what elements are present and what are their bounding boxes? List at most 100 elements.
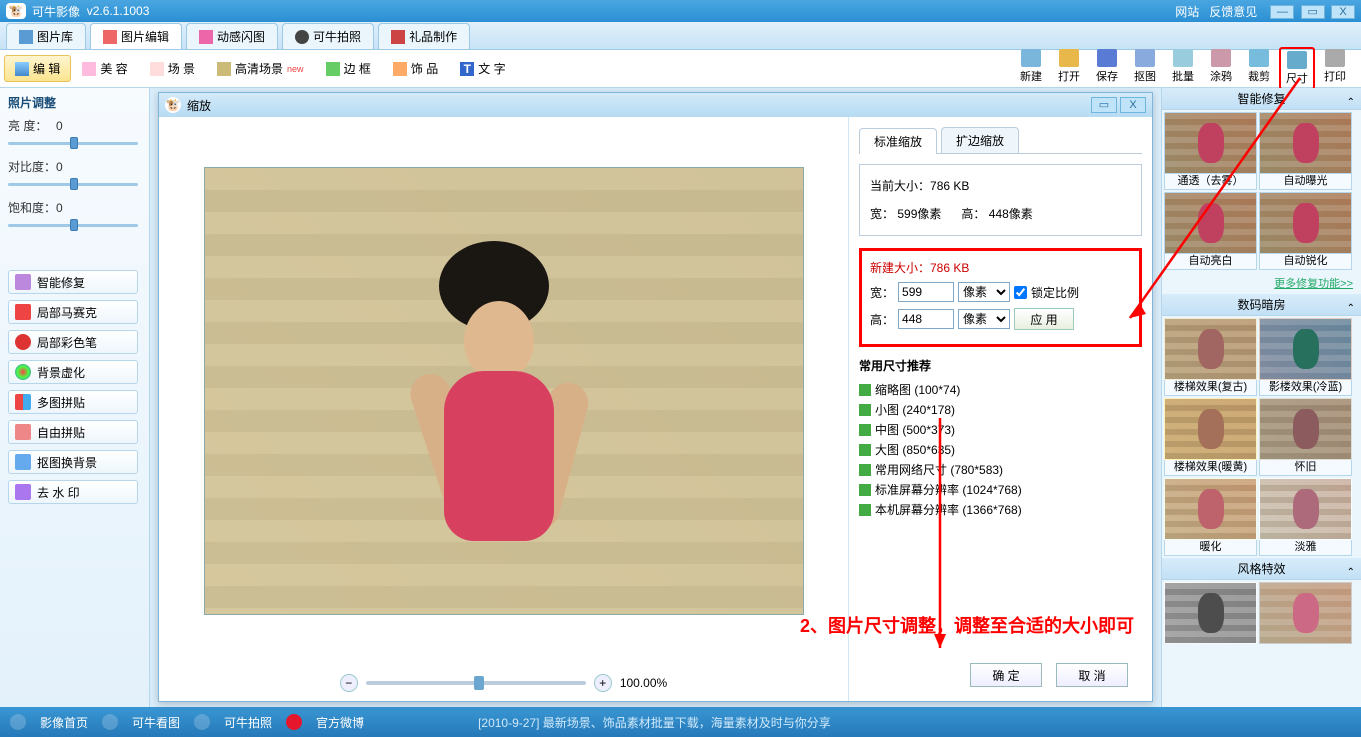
status-viewer[interactable]: 可牛看图 bbox=[132, 714, 180, 731]
status-weibo[interactable]: 官方微博 bbox=[316, 714, 364, 731]
ok-button[interactable]: 确 定 bbox=[970, 663, 1042, 687]
link-feedback[interactable]: 反馈意见 bbox=[1209, 3, 1257, 20]
minimize-button[interactable]: — bbox=[1270, 5, 1294, 19]
effect-thumb[interactable] bbox=[1164, 192, 1257, 254]
saturation-slider[interactable] bbox=[8, 218, 138, 232]
height-input[interactable] bbox=[898, 309, 954, 329]
tab-standard-zoom[interactable]: 标准缩放 bbox=[859, 128, 937, 154]
right-header-3[interactable]: 风格特效⌃ bbox=[1162, 558, 1361, 580]
btn-freecollage[interactable]: 自由拼贴 bbox=[8, 420, 138, 444]
effect-thumb[interactable] bbox=[1259, 192, 1352, 254]
btn-watermark[interactable]: 去 水 印 bbox=[8, 480, 138, 504]
right-header-2[interactable]: 数码暗房⌃ bbox=[1162, 294, 1361, 316]
tool-open[interactable]: 打开 bbox=[1051, 47, 1087, 90]
effect-thumb[interactable] bbox=[1164, 318, 1257, 380]
tool-batch[interactable]: 批量 bbox=[1165, 47, 1201, 90]
doodle-icon bbox=[1211, 49, 1231, 67]
paint-icon bbox=[15, 62, 29, 76]
tab-extend-zoom[interactable]: 扩边缩放 bbox=[941, 127, 1019, 153]
tab-gallery[interactable]: 图片库 bbox=[6, 23, 86, 49]
effect-thumb[interactable] bbox=[1164, 582, 1257, 644]
effect-thumb[interactable] bbox=[1164, 398, 1257, 460]
contrast-slider[interactable] bbox=[8, 177, 138, 191]
rec-item[interactable]: 缩略图 (100*74) bbox=[859, 380, 1142, 400]
subtab-text[interactable]: T文 字 bbox=[449, 55, 516, 82]
subtab-scene[interactable]: 场 景 bbox=[139, 55, 206, 82]
btn-colorpen[interactable]: 局部彩色笔 bbox=[8, 330, 138, 354]
gallery-icon bbox=[19, 30, 33, 44]
rec-item[interactable]: 小图 (240*178) bbox=[859, 400, 1142, 420]
effect-thumb[interactable] bbox=[1259, 582, 1352, 644]
zoom-out-button[interactable]: − bbox=[340, 674, 358, 692]
tool-size[interactable]: 尺寸 bbox=[1279, 47, 1315, 90]
rec-item[interactable]: 本机屏幕分辨率 (1366*768) bbox=[859, 500, 1142, 520]
effect-thumb[interactable] bbox=[1164, 112, 1257, 174]
subtab-hdscene[interactable]: 高清场景new bbox=[206, 55, 315, 82]
effect-thumb[interactable] bbox=[1259, 318, 1352, 380]
subtab-edit[interactable]: 编 辑 bbox=[4, 55, 71, 82]
dialog-close[interactable]: X bbox=[1120, 97, 1146, 113]
btn-smart-repair[interactable]: 智能修复 bbox=[8, 270, 138, 294]
btn-collage[interactable]: 多图拼贴 bbox=[8, 390, 138, 414]
status-camera[interactable]: 可牛拍照 bbox=[224, 714, 272, 731]
resize-dialog: 🐮 缩放 ▭ X bbox=[158, 92, 1153, 702]
tab-edit[interactable]: 图片编辑 bbox=[90, 23, 182, 49]
btn-mosaic[interactable]: 局部马赛克 bbox=[8, 300, 138, 324]
width-unit-select[interactable]: 像素 bbox=[958, 282, 1010, 302]
btn-bgswap[interactable]: 抠图换背景 bbox=[8, 450, 138, 474]
apply-button[interactable]: 应 用 bbox=[1014, 308, 1074, 330]
open-icon bbox=[1059, 49, 1079, 67]
tool-new[interactable]: 新建 bbox=[1013, 47, 1049, 90]
new-size-box: 新建大小：786 KB 宽： 像素 锁定比例 高： 像素 应 用 bbox=[859, 248, 1142, 347]
link-website[interactable]: 网站 bbox=[1175, 3, 1199, 20]
right-header-1[interactable]: 智能修复⌃ bbox=[1162, 88, 1361, 110]
save-icon bbox=[1097, 49, 1117, 67]
brightness-slider[interactable] bbox=[8, 136, 138, 150]
effect-thumb[interactable] bbox=[1259, 478, 1352, 540]
btn-blur[interactable]: 背景虚化 bbox=[8, 360, 138, 384]
more-link[interactable]: 更多修复功能>> bbox=[1162, 272, 1361, 294]
mosaic-icon bbox=[15, 304, 31, 320]
dialog-minimize[interactable]: ▭ bbox=[1091, 97, 1117, 113]
bgswap-icon bbox=[15, 454, 31, 470]
tab-gift[interactable]: 礼品制作 bbox=[378, 23, 470, 49]
rec-item[interactable]: 中图 (500*373) bbox=[859, 420, 1142, 440]
maximize-button[interactable]: ▭ bbox=[1301, 5, 1325, 19]
right-panel: 智能修复⌃ 通透（去雾） 自动曝光 自动亮白 自动锐化 更多修复功能>> 数码暗… bbox=[1161, 88, 1361, 707]
effect-thumb[interactable] bbox=[1259, 398, 1352, 460]
rec-item[interactable]: 常用网络尺寸 (780*583) bbox=[859, 460, 1142, 480]
height-unit-select[interactable]: 像素 bbox=[958, 309, 1010, 329]
chevron-icon: ⌃ bbox=[1347, 92, 1355, 114]
weibo-icon bbox=[286, 714, 302, 730]
tab-camera[interactable]: 可牛拍照 bbox=[282, 23, 374, 49]
subtab-decor[interactable]: 饰 品 bbox=[382, 55, 449, 82]
tab-slideshow[interactable]: 动感闪图 bbox=[186, 23, 278, 49]
tool-save[interactable]: 保存 bbox=[1089, 47, 1125, 90]
preset-icon bbox=[859, 444, 871, 456]
tool-print[interactable]: 打印 bbox=[1317, 47, 1353, 90]
app-logo-icon: 🐮 bbox=[6, 3, 26, 19]
tool-crop[interactable]: 裁剪 bbox=[1241, 47, 1277, 90]
rec-item[interactable]: 大图 (850*635) bbox=[859, 440, 1142, 460]
adjust-header: 照片调整 bbox=[8, 94, 141, 111]
border-icon bbox=[326, 62, 340, 76]
zoom-slider[interactable] bbox=[366, 681, 586, 685]
subtab-beauty[interactable]: 美 容 bbox=[71, 55, 138, 82]
tool-cutout[interactable]: 抠图 bbox=[1127, 47, 1163, 90]
subtab-border[interactable]: 边 框 bbox=[315, 55, 382, 82]
size-icon bbox=[1287, 51, 1307, 69]
cancel-button[interactable]: 取 消 bbox=[1056, 663, 1128, 687]
effect-thumb[interactable] bbox=[1259, 112, 1352, 174]
tab-gift-label: 礼品制作 bbox=[409, 28, 457, 45]
width-input[interactable] bbox=[898, 282, 954, 302]
lock-ratio-checkbox[interactable] bbox=[1014, 286, 1027, 299]
effect-thumb[interactable] bbox=[1164, 478, 1257, 540]
zoom-controls: − + 100.00% bbox=[340, 665, 667, 701]
dialog-title-text: 缩放 bbox=[187, 97, 211, 114]
blur-icon bbox=[15, 364, 31, 380]
tool-doodle[interactable]: 涂鸦 bbox=[1203, 47, 1239, 90]
zoom-in-button[interactable]: + bbox=[594, 674, 612, 692]
status-home[interactable]: 影像首页 bbox=[40, 714, 88, 731]
close-button[interactable]: X bbox=[1331, 5, 1355, 19]
rec-item[interactable]: 标准屏幕分辨率 (1024*768) bbox=[859, 480, 1142, 500]
